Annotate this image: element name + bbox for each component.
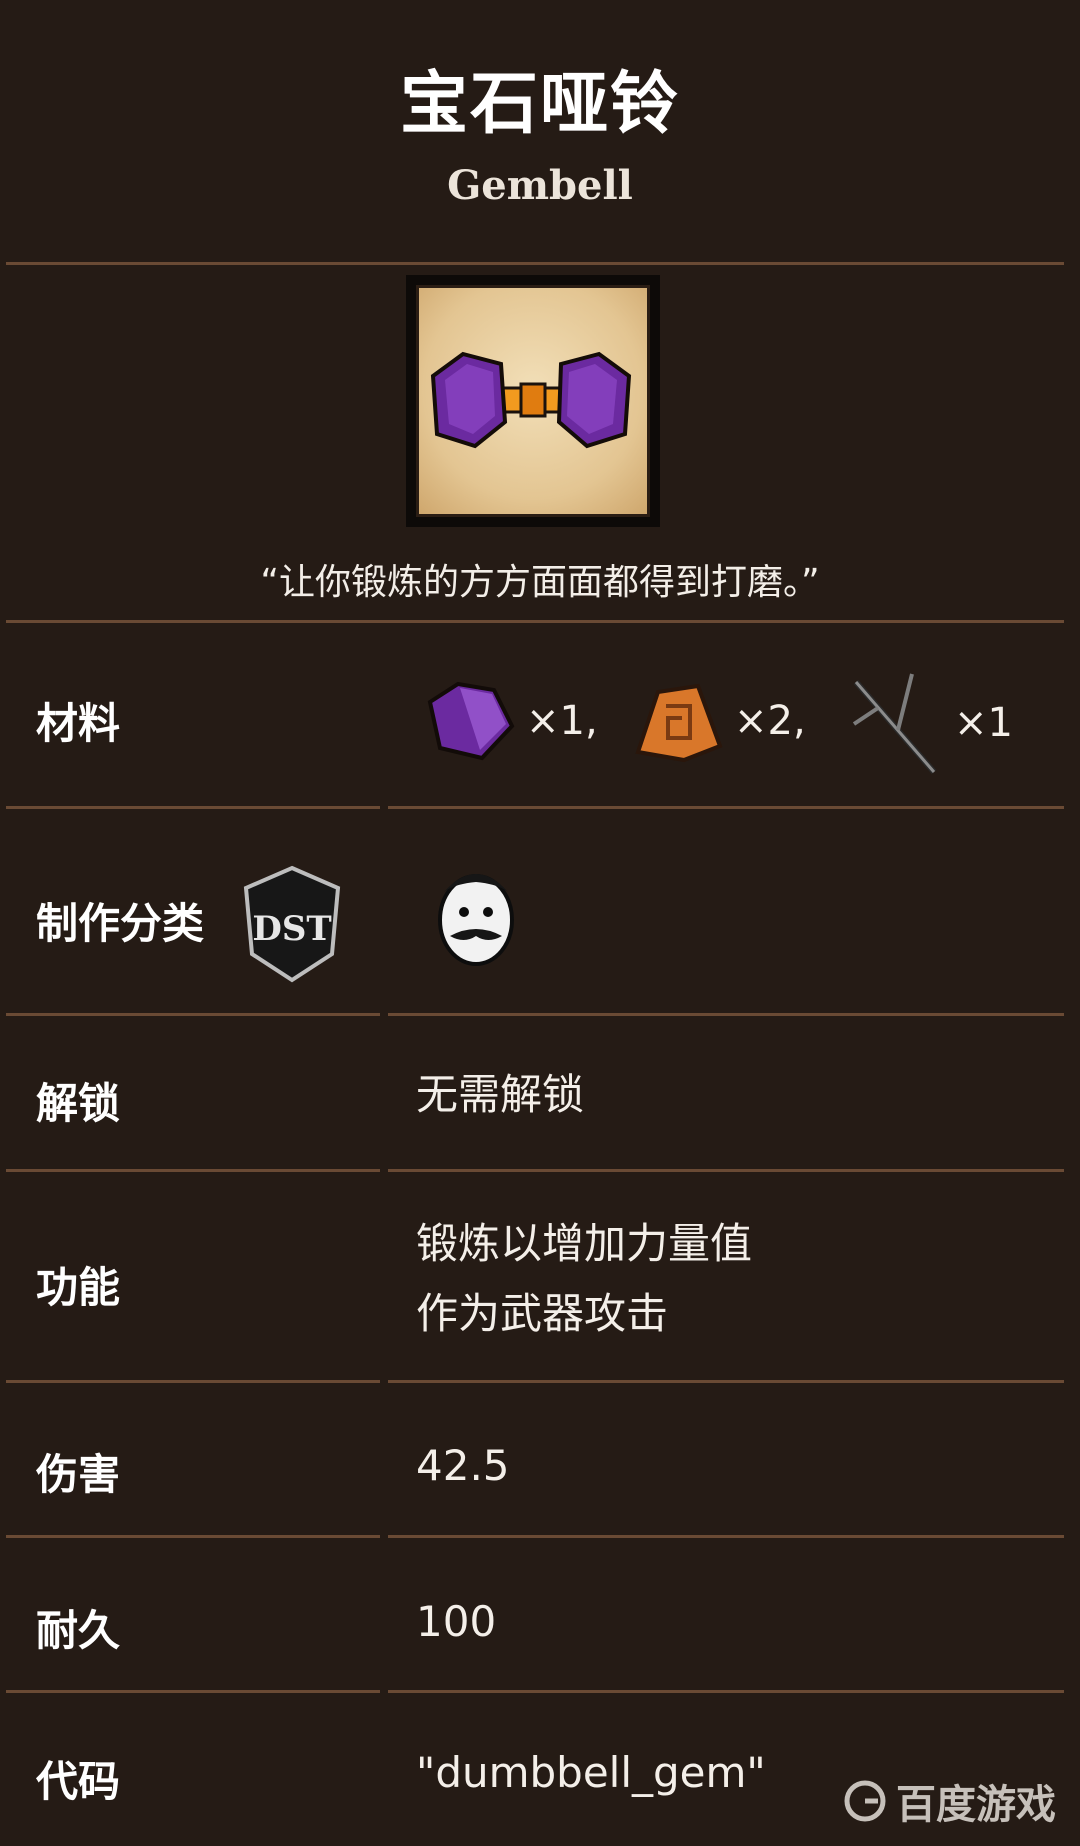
wolfgang-portrait-icon bbox=[438, 874, 514, 966]
svg-text:DST: DST bbox=[252, 909, 331, 949]
function-value-line2: 作为武器攻击 bbox=[416, 1289, 669, 1338]
divider bbox=[6, 1169, 380, 1172]
materials-label: 材料 bbox=[36, 699, 121, 748]
unlock-label: 解锁 bbox=[36, 1079, 121, 1128]
ingredient-thulecite: ×2, bbox=[628, 676, 806, 766]
code-value: "dumbbell_gem" bbox=[416, 1748, 766, 1797]
twigs-icon bbox=[852, 673, 937, 774]
durability-label: 耐久 bbox=[36, 1606, 121, 1655]
function-label: 功能 bbox=[36, 1263, 121, 1312]
category-label: 制作分类 bbox=[36, 899, 205, 948]
dst-badge-icon: DST bbox=[243, 865, 341, 983]
watermark: 百度游戏 bbox=[842, 1772, 1056, 1830]
divider bbox=[6, 1380, 380, 1383]
purple-gem-icon bbox=[427, 681, 515, 761]
thulecite-icon bbox=[635, 683, 723, 763]
ingredient-qty: ×1 bbox=[954, 700, 1013, 746]
function-value-line1: 锻炼以增加力量值 bbox=[416, 1219, 753, 1268]
divider bbox=[6, 620, 1064, 623]
divider bbox=[6, 1013, 380, 1016]
ingredient-twigs: ×1 bbox=[848, 668, 1013, 778]
divider bbox=[388, 1690, 1064, 1693]
divider bbox=[6, 1690, 380, 1693]
gem-dumbbell-icon bbox=[430, 351, 632, 449]
ingredient-qty: ×1, bbox=[526, 698, 598, 744]
item-subtitle: Gembell bbox=[447, 162, 633, 209]
divider bbox=[388, 1380, 1064, 1383]
divider bbox=[6, 1535, 380, 1538]
damage-value: 42.5 bbox=[416, 1441, 510, 1490]
divider bbox=[388, 1169, 1064, 1172]
divider bbox=[6, 262, 1064, 265]
baidu-games-logo-icon bbox=[844, 1780, 886, 1822]
item-title: 宝石哑铃 bbox=[399, 65, 680, 144]
item-image-frame bbox=[406, 275, 660, 527]
damage-label: 伤害 bbox=[36, 1450, 121, 1499]
code-label: 代码 bbox=[36, 1757, 121, 1806]
item-info-card: 宝石哑铃 Gembell “让你锻炼的方方面面都得到打磨。” 材料 ×1, ×2… bbox=[0, 0, 1080, 1846]
durability-value: 100 bbox=[416, 1597, 497, 1646]
divider bbox=[388, 1013, 1064, 1016]
unlock-value: 无需解锁 bbox=[416, 1070, 585, 1119]
divider bbox=[6, 806, 380, 809]
divider bbox=[388, 806, 1064, 809]
ingredient-purple-gem: ×1, bbox=[420, 676, 598, 766]
ingredient-qty: ×2, bbox=[734, 698, 806, 744]
watermark-text: 百度游戏 bbox=[896, 1782, 1056, 1828]
item-quote: “让你锻炼的方方面面都得到打磨。” bbox=[260, 562, 820, 603]
divider bbox=[388, 1535, 1064, 1538]
